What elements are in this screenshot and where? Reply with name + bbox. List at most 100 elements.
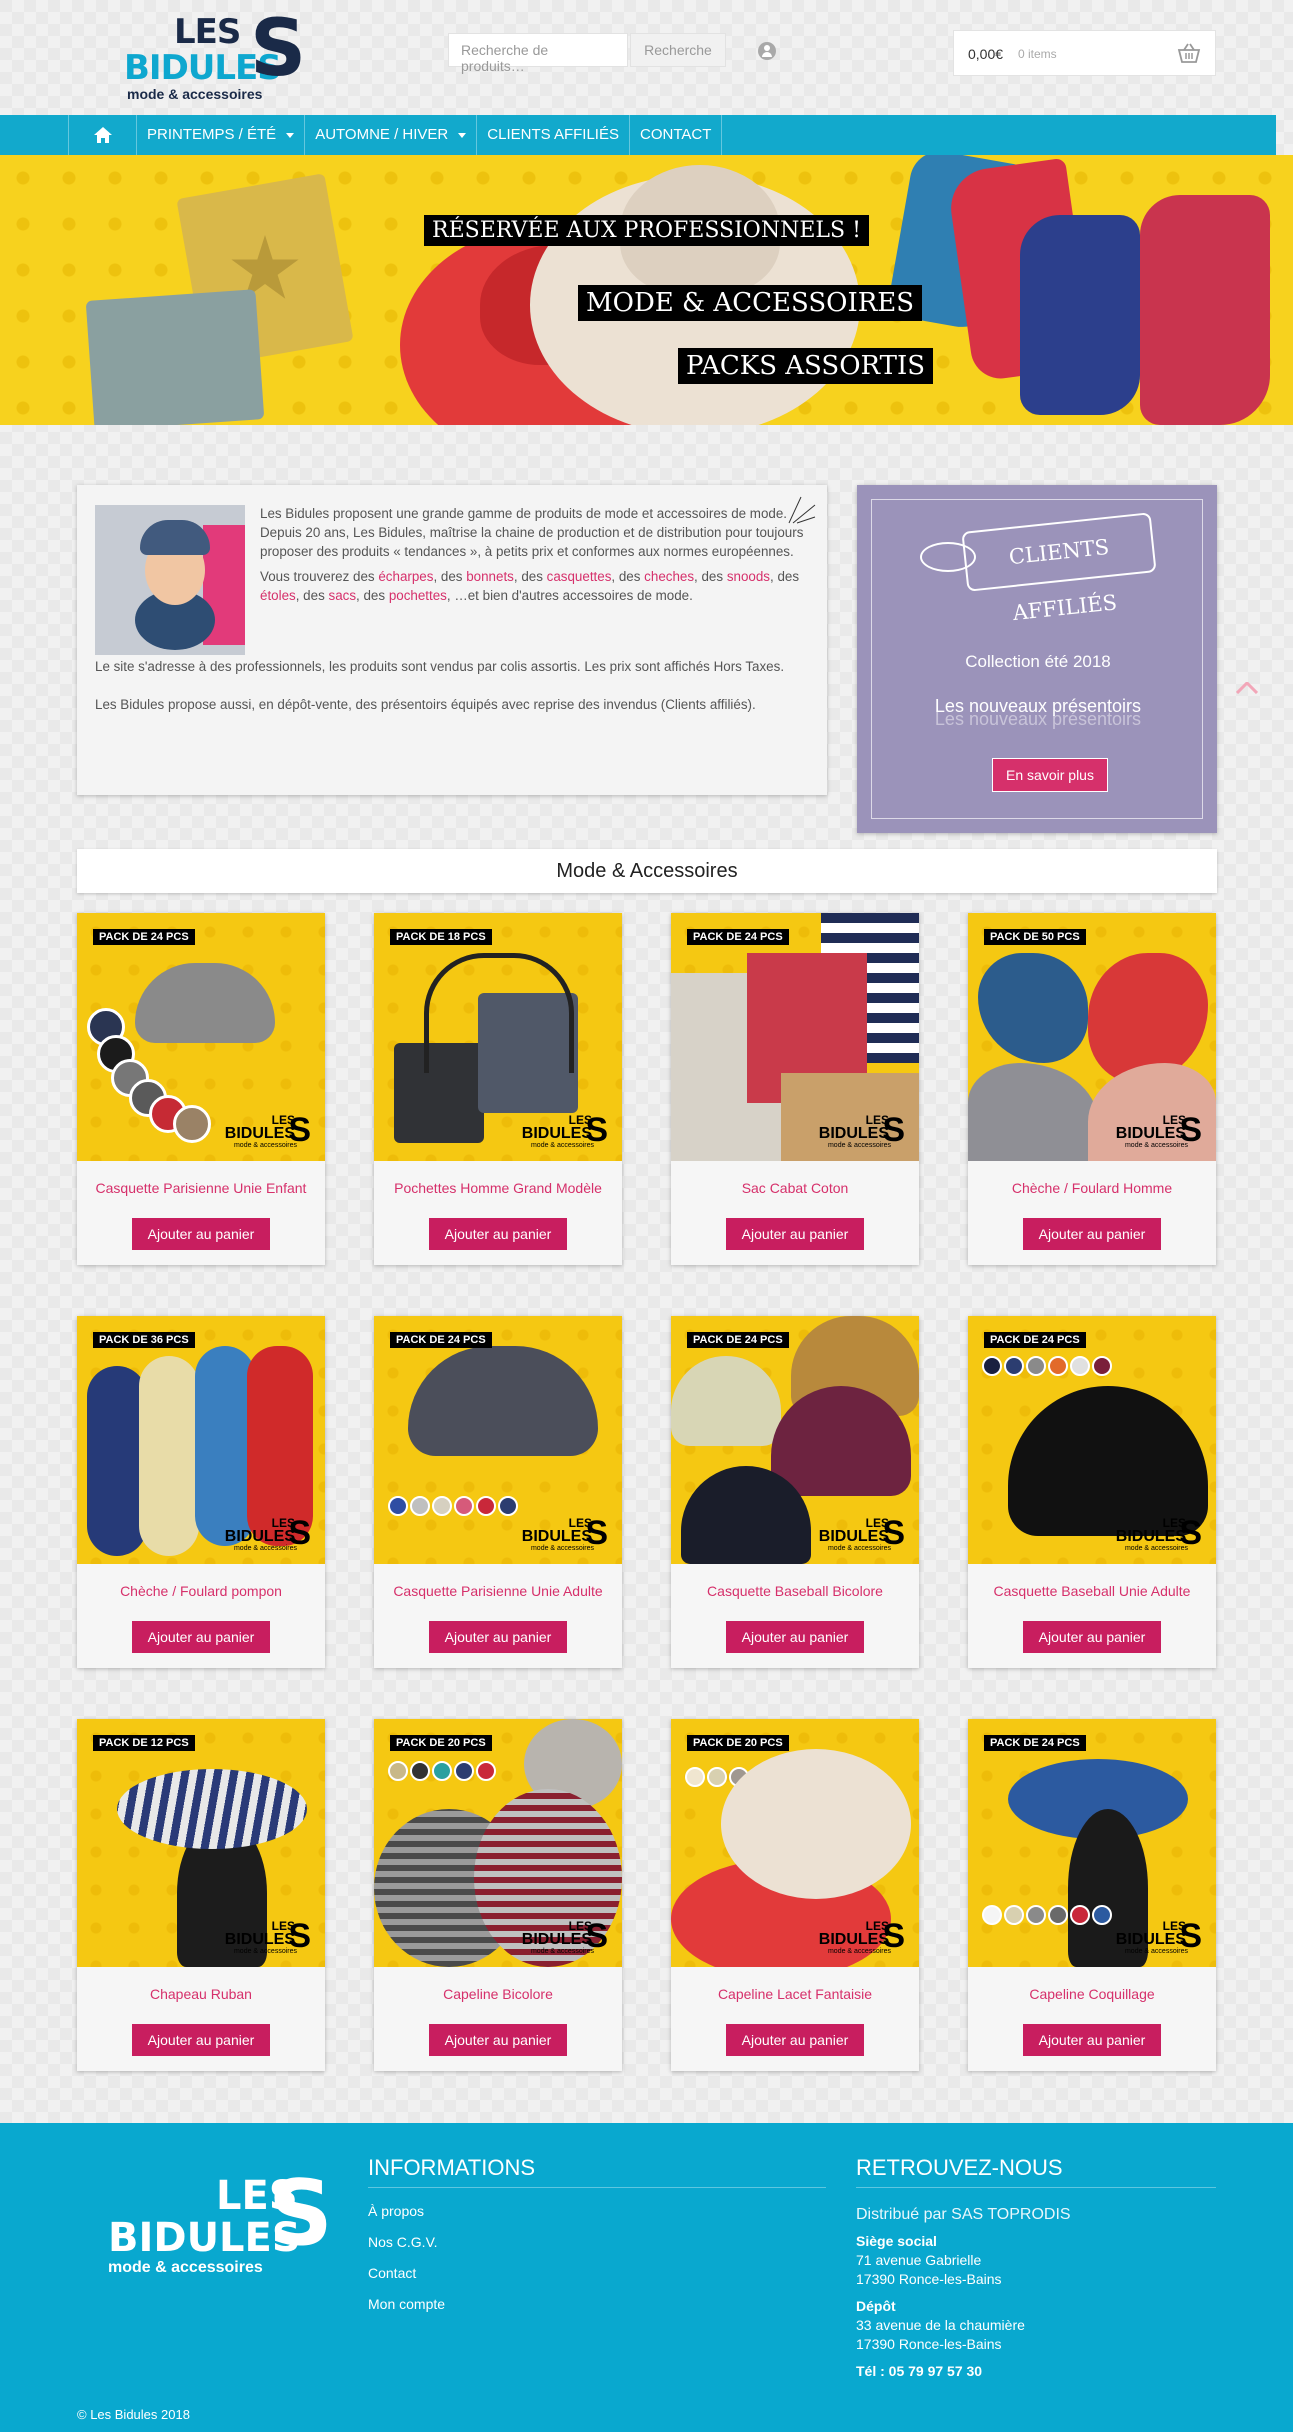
cart-item-count: 0 items xyxy=(1018,47,1057,61)
product-name[interactable]: Chèche / Foulard pompon xyxy=(77,1583,325,1599)
user-account-icon[interactable] xyxy=(758,42,776,60)
product-name[interactable]: Chèche / Foulard Homme xyxy=(968,1180,1216,1196)
product-image[interactable]: LES BIDULES Smode & accessoires PACK DE 24… xyxy=(968,1316,1216,1564)
product-card[interactable]: LES BIDULES Smode & accessoires PACK DE 24… xyxy=(77,913,325,1265)
product-image[interactable]: LES BIDULES Smode & accessoires PACK DE 12… xyxy=(77,1719,325,1967)
product-name[interactable]: Casquette Baseball Unie Adulte xyxy=(968,1583,1216,1599)
add-to-cart-button[interactable]: Ajouter au panier xyxy=(429,1621,567,1653)
logo-bidules: BIDULES xyxy=(1115,1528,1186,1545)
product-card[interactable]: LES BIDULES Smode & accessoires PACK DE 24… xyxy=(671,913,919,1265)
product-name[interactable]: Pochettes Homme Grand Modèle xyxy=(374,1180,622,1196)
product-card[interactable]: LES BIDULES Smode & accessoires PACK DE 20… xyxy=(374,1719,622,2071)
link-snoods[interactable]: snoods xyxy=(727,569,770,584)
product-card[interactable]: LES BIDULES Smode & accessoires PACK DE 24… xyxy=(374,1316,622,1668)
product-image[interactable]: LES BIDULES Smode & accessoires PACK DE 24… xyxy=(77,913,325,1161)
pack-badge: PACK DE 24 PCS xyxy=(984,1735,1086,1751)
footer-link-about[interactable]: À propos xyxy=(368,2203,445,2219)
swatch xyxy=(388,1496,408,1516)
add-to-cart-button[interactable]: Ajouter au panier xyxy=(1023,1621,1161,1653)
basket-icon[interactable] xyxy=(1177,43,1201,63)
product-card[interactable]: LES BIDULES Smode & accessoires PACK DE 12… xyxy=(77,1719,325,2071)
product-name[interactable]: Casquette Baseball Bicolore xyxy=(671,1583,919,1599)
footer-link-account[interactable]: Mon compte xyxy=(368,2296,445,2312)
footer-link-cgv[interactable]: Nos C.G.V. xyxy=(368,2234,445,2250)
logo-tagline: mode & accessoires xyxy=(233,1545,297,1552)
site-logo[interactable]: LES BIDULES S mode & accessoires xyxy=(124,8,306,104)
swatch xyxy=(1026,1356,1046,1376)
nav-label: CLIENTS AFFILIÉS xyxy=(487,126,619,143)
link-echarpes[interactable]: écharpes xyxy=(378,569,433,584)
hero-banner[interactable]: RÉSERVÉE AUX PROFESSIONNELS ! MODE & ACC… xyxy=(0,155,1293,425)
product-name[interactable]: Capeline Bicolore xyxy=(374,1986,622,2002)
siege-address-1: 71 avenue Gabrielle xyxy=(856,2252,982,2268)
product-image[interactable]: LES BIDULES Smode & accessoires PACK DE 24… xyxy=(374,1316,622,1564)
color-swatches xyxy=(982,1356,1112,1376)
banner-label-packs: PACKS ASSORTIS xyxy=(678,348,934,384)
product-name[interactable]: Capeline Lacet Fantaisie xyxy=(671,1986,919,2002)
nav-item-automne-hiver[interactable]: AUTOMNE / HIVER xyxy=(304,115,476,155)
product-card[interactable]: LES BIDULES Smode & accessoires PACK DE 24… xyxy=(968,1316,1216,1668)
mini-cart[interactable]: 0,00€ 0 items xyxy=(953,30,1216,76)
depot-address-1: 33 avenue de la chaumière xyxy=(856,2317,1025,2333)
footer-logo[interactable]: LES BIDULES S mode & accessoires xyxy=(108,2169,333,2277)
product-image[interactable]: LES BIDULES Smode & accessoires PACK DE 20… xyxy=(671,1719,919,1967)
nav-home[interactable] xyxy=(68,115,136,155)
add-to-cart-button[interactable]: Ajouter au panier xyxy=(132,1621,270,1653)
scroll-to-top-icon[interactable] xyxy=(1236,682,1258,694)
product-card[interactable]: LES BIDULES Smode & accessoires PACK DE 24… xyxy=(968,1719,1216,2071)
product-name[interactable]: Sac Cabat Coton xyxy=(671,1180,919,1196)
clients-badge: CLIENTS AFFILIÉS xyxy=(961,512,1157,625)
product-image[interactable]: LES BIDULES Smode & accessoires PACK DE 50… xyxy=(968,913,1216,1161)
add-to-cart-button[interactable]: Ajouter au panier xyxy=(726,1621,864,1653)
strap-shape xyxy=(424,953,574,1073)
add-to-cart-button[interactable]: Ajouter au panier xyxy=(132,2024,270,2056)
add-to-cart-button[interactable]: Ajouter au panier xyxy=(1023,1218,1161,1250)
product-card[interactable]: LES BIDULES Smode & accessoires PACK DE 24… xyxy=(671,1316,919,1668)
link-pochettes[interactable]: pochettes xyxy=(389,588,447,603)
product-image[interactable]: LES BIDULES Smode & accessoires PACK DE 18… xyxy=(374,913,622,1161)
product-name[interactable]: Casquette Parisienne Unie Adulte xyxy=(374,1583,622,1599)
product-name[interactable]: Capeline Coquillage xyxy=(968,1986,1216,2002)
add-to-cart-button[interactable]: Ajouter au panier xyxy=(132,1218,270,1250)
swatch xyxy=(1092,1356,1112,1376)
intro-p1: Les Bidules proposent une grande gamme d… xyxy=(260,506,788,521)
link-bonnets[interactable]: bonnets xyxy=(466,569,514,584)
product-card[interactable]: LES BIDULES Smode & accessoires PACK DE 18… xyxy=(374,913,622,1265)
product-image[interactable]: LES BIDULES Smode & accessoires PACK DE 24… xyxy=(968,1719,1216,1967)
logo-bidules: BIDULES xyxy=(224,1125,295,1142)
search-input[interactable]: Recherche de produits… xyxy=(448,33,628,74)
product-card[interactable]: LES BIDULES Smode & accessoires PACK DE 20… xyxy=(671,1719,919,2071)
add-to-cart-button[interactable]: Ajouter au panier xyxy=(429,1218,567,1250)
logo-bidules: BIDULES xyxy=(818,1931,889,1948)
product-image[interactable]: LES BIDULES Smode & accessoires PACK DE 24… xyxy=(671,913,919,1161)
nav-item-printemps-ete[interactable]: PRINTEMPS / ÉTÉ xyxy=(136,115,304,155)
logo-bidules: BIDULES xyxy=(224,1528,295,1545)
search-button[interactable]: Recherche xyxy=(630,33,726,67)
link-etoles[interactable]: étoles xyxy=(260,588,296,603)
add-to-cart-button[interactable]: Ajouter au panier xyxy=(429,2024,567,2056)
product-image[interactable]: LES BIDULES Smode & accessoires PACK DE 24… xyxy=(671,1316,919,1564)
product-card[interactable]: LES BIDULES Smode & accessoires PACK DE 50… xyxy=(968,913,1216,1265)
learn-more-button[interactable]: En savoir plus xyxy=(992,758,1108,792)
product-name[interactable]: Chapeau Ruban xyxy=(77,1986,325,2002)
link-cheches[interactable]: cheches xyxy=(644,569,694,584)
nav-item-contact[interactable]: CONTACT xyxy=(628,115,723,155)
add-to-cart-button[interactable]: Ajouter au panier xyxy=(726,1218,864,1250)
logo-s: S xyxy=(250,4,307,94)
add-to-cart-button[interactable]: Ajouter au panier xyxy=(1023,2024,1161,2056)
phone-number[interactable]: Tél : 05 79 97 57 30 xyxy=(856,2363,982,2379)
footer-link-contact[interactable]: Contact xyxy=(368,2265,445,2281)
nav-item-clients-affilies[interactable]: CLIENTS AFFILIÉS xyxy=(476,115,629,155)
product-image[interactable]: LES BIDULES Smode & accessoires PACK DE 36… xyxy=(77,1316,325,1564)
product-image[interactable]: LES BIDULES Smode & accessoires PACK DE 20… xyxy=(374,1719,622,1967)
logo-tagline: mode & accessoires xyxy=(1124,1948,1188,1955)
product-name[interactable]: Casquette Parisienne Unie Enfant xyxy=(77,1180,325,1196)
link-sacs[interactable]: sacs xyxy=(329,588,357,603)
footer-address: Distribué par SAS TOPRODIS Siège social … xyxy=(856,2205,1216,2381)
product-card[interactable]: LES BIDULES Smode & accessoires PACK DE 36… xyxy=(77,1316,325,1668)
logo-tagline: mode & accessoires xyxy=(127,86,263,102)
link-casquettes[interactable]: casquettes xyxy=(547,569,612,584)
intro-p2-suffix: …et bien d'autres accessoires de mode. xyxy=(454,588,693,603)
add-to-cart-button[interactable]: Ajouter au panier xyxy=(726,2024,864,2056)
product-logo: LES BIDULES Smode & accessoires xyxy=(819,1113,905,1153)
